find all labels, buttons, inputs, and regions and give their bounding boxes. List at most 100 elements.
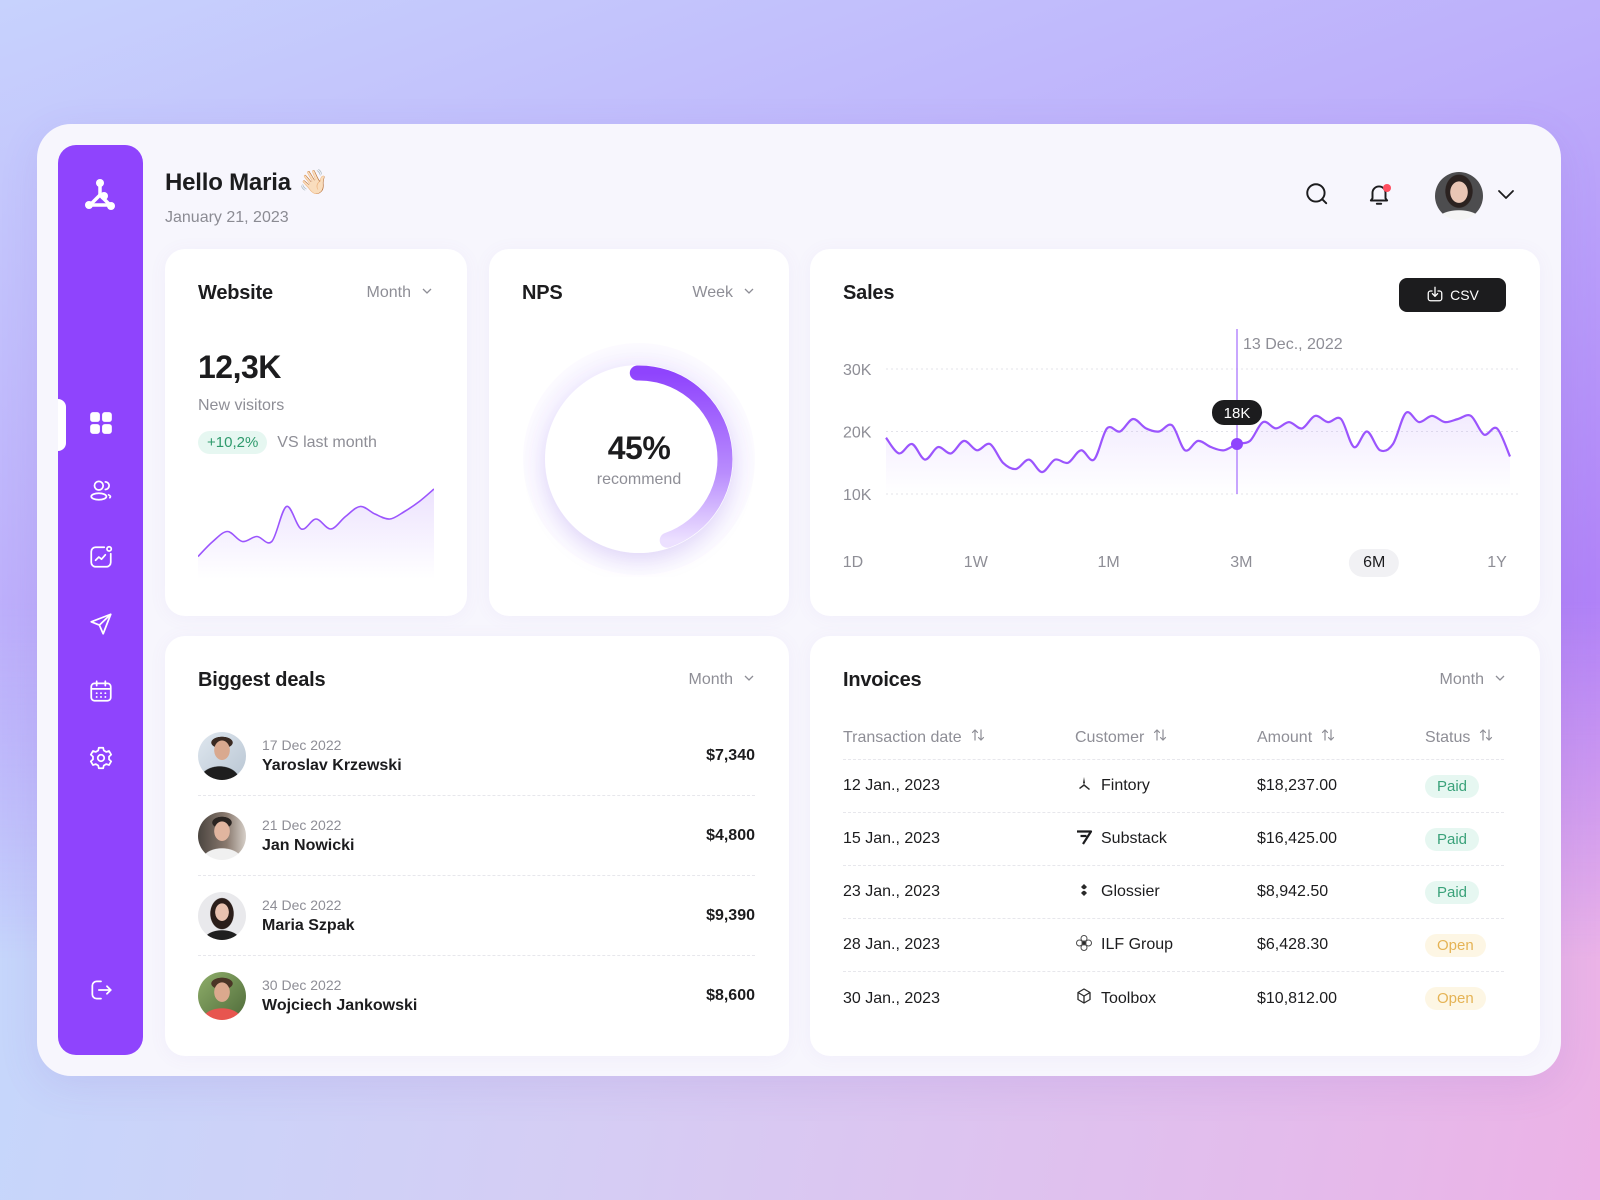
column-label: Status: [1425, 728, 1471, 746]
table-row[interactable]: 12 Jan., 2023 Fintory $18,237.00 Paid: [843, 760, 1504, 813]
users-icon: [88, 477, 114, 508]
sort-icon: [1478, 727, 1494, 748]
range-tab-3m[interactable]: 3M: [1216, 549, 1266, 577]
delta-row: +10,2% VS last month: [198, 431, 377, 454]
table-row[interactable]: 30 Jan., 2023 Toolbox $10,812.00 Open: [843, 972, 1504, 1025]
export-csv-button[interactable]: CSV: [1399, 278, 1506, 312]
status-badge: Paid: [1425, 774, 1480, 798]
period-select[interactable]: Month: [689, 671, 755, 689]
cell-amount: $10,812.00: [1257, 989, 1338, 1007]
cell-amount: $6,428.30: [1257, 936, 1329, 953]
nps-gauge: 45% recommend: [521, 341, 757, 577]
avatar: [198, 811, 246, 860]
tooltip-value: 18K: [1224, 405, 1251, 422]
deal-amount: $4,800: [706, 826, 755, 844]
sidebar-item-calendar[interactable]: [58, 668, 143, 718]
sales-area: [886, 412, 1510, 494]
period-select[interactable]: Week: [692, 284, 755, 302]
status-badge: Paid: [1425, 880, 1480, 904]
sales-chart: 30K 20K 10K 13 Dec., 2022 18K: [843, 329, 1520, 504]
sort-icon: [1152, 727, 1168, 748]
y-tick-label: 30K: [843, 362, 872, 379]
sidebar-item-messages[interactable]: [58, 601, 143, 651]
deal-name: Jan Nowicki: [262, 836, 355, 854]
deal-date: 17 Dec 2022: [262, 736, 342, 753]
deal-amount: $7,340: [706, 746, 755, 764]
search-button[interactable]: [1297, 176, 1337, 216]
sales-card: Sales CSV 30K 20K 10K 13 Dec., 2022 18K: [810, 249, 1540, 616]
ilf-group-logo-icon: [1075, 934, 1093, 957]
column-header-status[interactable]: Status: [1425, 727, 1504, 748]
period-select[interactable]: Month: [367, 284, 433, 302]
deal-list: 17 Dec 2022 Yaroslav Krzewski $7,340 21 …: [198, 716, 755, 1036]
column-label: Amount: [1257, 728, 1313, 746]
current-date: January 21, 2023: [165, 209, 289, 226]
deal-date: 30 Dec 2022: [262, 977, 342, 993]
fintory-logo-icon: [1075, 775, 1093, 798]
avatar: [198, 891, 246, 940]
deal-amount: $8,600: [706, 987, 755, 1004]
column-header-transaction-date[interactable]: Transaction date: [843, 727, 1075, 748]
biggest-deals-card: Biggest deals Month 17 Dec 2022 Yaroslav…: [165, 636, 789, 1056]
notification-dot: [1383, 184, 1391, 192]
toolbox-logo-icon: [1075, 987, 1093, 1010]
status-badge: Paid: [1425, 827, 1480, 851]
deal-item[interactable]: 17 Dec 2022 Yaroslav Krzewski $7,340: [198, 716, 755, 796]
chevron-down-icon: [1494, 671, 1506, 689]
cell-amount: $8,942.50: [1257, 883, 1329, 900]
highlighted-data-point[interactable]: [1231, 438, 1243, 450]
status-badge: Open: [1425, 987, 1486, 1010]
sidebar-item-dashboard[interactable]: [58, 400, 143, 450]
chevron-down-icon: [743, 671, 755, 689]
user-menu-toggle[interactable]: [1491, 181, 1521, 211]
sidebar-item-users[interactable]: [58, 467, 143, 517]
logout-icon: [88, 977, 114, 1008]
period-select[interactable]: Month: [1440, 671, 1506, 689]
column-header-customer[interactable]: Customer: [1075, 727, 1257, 748]
cell-customer: Glossier: [1101, 883, 1160, 900]
dashboard-grid-icon: [88, 410, 114, 441]
range-tab-1d[interactable]: 1D: [829, 549, 877, 577]
cell-date: 30 Jan., 2023: [843, 989, 940, 1007]
sidebar-item-settings[interactable]: [58, 735, 143, 785]
substack-logo-icon: [1075, 828, 1093, 851]
table-row[interactable]: 23 Jan., 2023 Glossier $8,942.50 Paid: [843, 866, 1504, 919]
chevron-down-icon: [1494, 182, 1518, 211]
deal-item[interactable]: 30 Dec 2022 Wojciech Jankowski $8,600: [198, 956, 755, 1036]
search-icon: [1304, 181, 1330, 212]
user-avatar[interactable]: [1435, 172, 1483, 220]
tooltip-date: 13 Dec., 2022: [1243, 336, 1343, 353]
range-tab-1m[interactable]: 1M: [1083, 549, 1133, 577]
waving-hand-icon: 👋🏻: [298, 169, 329, 196]
period-label: Month: [366, 284, 411, 301]
nps-label: recommend: [596, 470, 682, 488]
settings-gear-icon: [88, 745, 114, 776]
range-tab-6m[interactable]: 6M: [1349, 549, 1400, 577]
deal-date: 21 Dec 2022: [262, 816, 342, 833]
calendar-icon: [88, 678, 114, 709]
download-icon: [1426, 285, 1444, 306]
cell-customer: Fintory: [1101, 777, 1150, 794]
nps-value: 45%: [607, 429, 671, 466]
invoices-table: Transaction date Customer Amount Status …: [843, 716, 1504, 1025]
website-card: Website Month 12,3K New visitors +10,2% …: [165, 249, 467, 616]
send-icon: [88, 611, 114, 642]
network-logo-icon[interactable]: [80, 175, 120, 215]
delta-label: VS last month: [277, 433, 377, 451]
logout-button[interactable]: [58, 967, 143, 1017]
table-row[interactable]: 15 Jan., 2023 Substack $16,425.00 Paid: [843, 813, 1504, 866]
sort-icon: [1320, 727, 1336, 748]
sidebar-item-analytics[interactable]: [58, 534, 143, 584]
notifications-button[interactable]: [1359, 176, 1399, 216]
range-tab-1y[interactable]: 1Y: [1473, 549, 1521, 577]
avatar: [198, 972, 246, 1020]
period-label: Month: [688, 671, 733, 688]
range-tab-1w[interactable]: 1W: [950, 549, 1002, 577]
deal-item[interactable]: 21 Dec 2022 Jan Nowicki $4,800: [198, 796, 755, 876]
sort-icon: [970, 727, 986, 748]
column-header-amount[interactable]: Amount: [1257, 727, 1425, 748]
deal-item[interactable]: 24 Dec 2022 Maria Szpak $9,390: [198, 876, 755, 956]
cell-date: 15 Jan., 2023: [843, 830, 940, 847]
table-row[interactable]: 28 Jan., 2023 ILF Group $6,428.30 Open: [843, 919, 1504, 972]
period-label: Month: [1439, 671, 1484, 688]
